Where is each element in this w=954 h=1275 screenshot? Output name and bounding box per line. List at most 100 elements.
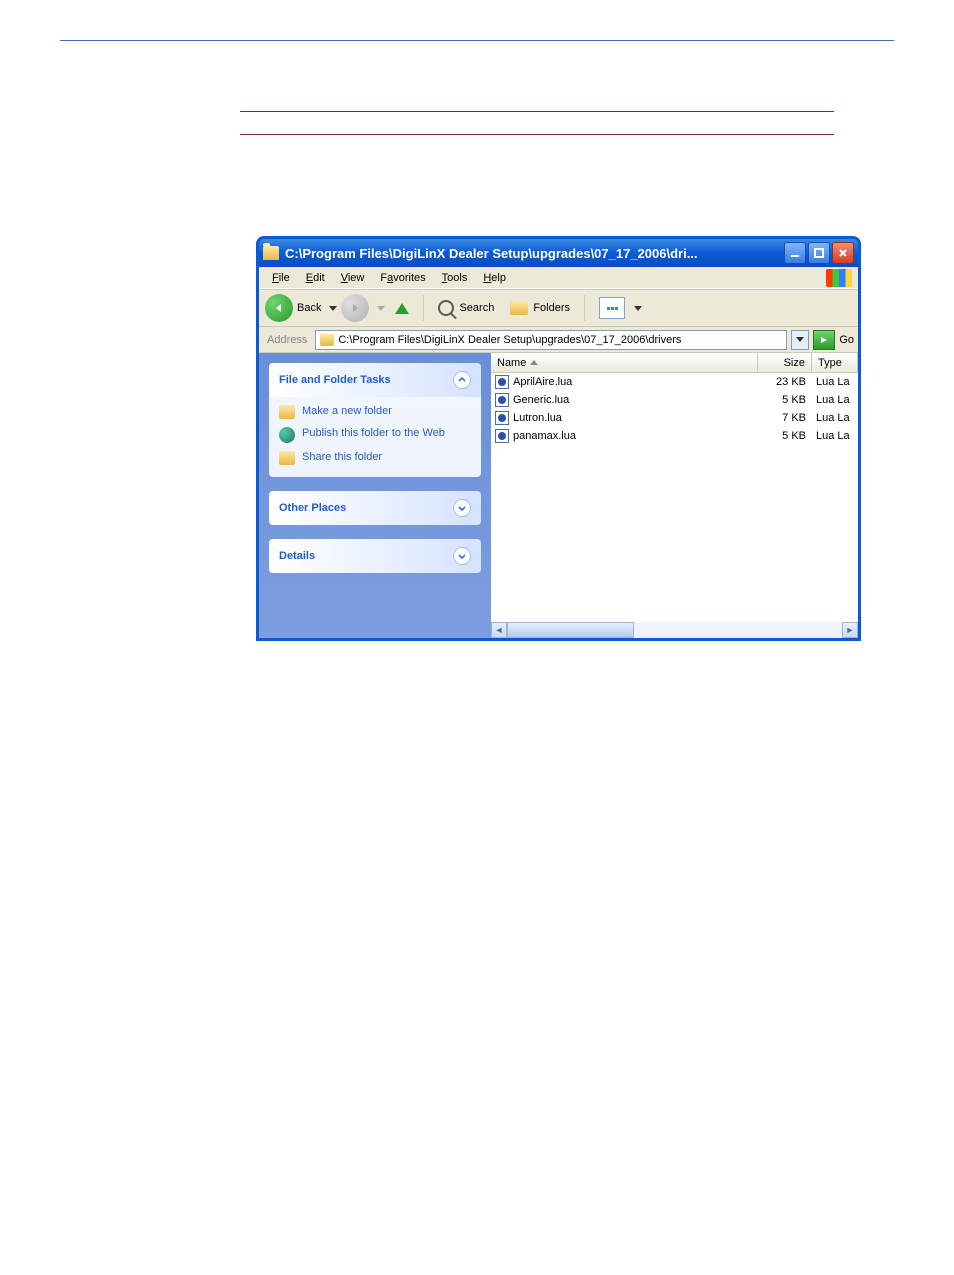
- file-folder-tasks-title: File and Folder Tasks: [279, 374, 391, 386]
- details-title: Details: [279, 550, 315, 562]
- column-name[interactable]: Name: [491, 353, 758, 372]
- menubar: File Edit View Favorites Tools Help: [259, 267, 858, 289]
- search-button[interactable]: Search: [432, 297, 500, 319]
- views-button[interactable]: [593, 294, 648, 322]
- go-label: Go: [839, 334, 854, 346]
- back-dropdown-icon[interactable]: [329, 306, 337, 311]
- up-arrow-icon: [395, 303, 409, 314]
- folder-icon: [263, 246, 279, 260]
- search-icon: [438, 300, 454, 316]
- file-size: 23 KB: [758, 376, 812, 388]
- windows-flag-icon: [826, 269, 852, 287]
- list-item[interactable]: Lutron.lua 7 KB Lua La: [491, 409, 858, 427]
- address-label: Address: [263, 334, 311, 346]
- sort-ascending-icon: [530, 360, 538, 365]
- inner-rule-1: [240, 111, 834, 112]
- views-dropdown-icon: [634, 306, 642, 311]
- share-folder-icon: [279, 451, 295, 465]
- other-places-header[interactable]: Other Places: [269, 491, 481, 525]
- column-headers: Name Size Type: [491, 353, 858, 373]
- file-list: Name Size Type AprilAire.lua 23 KB Lua L…: [491, 353, 858, 638]
- task-label: Make a new folder: [302, 405, 392, 417]
- other-places-panel: Other Places: [269, 491, 481, 525]
- page-top-rule: [60, 40, 894, 41]
- side-panel: File and Folder Tasks Make a new folder …: [259, 353, 491, 638]
- file-folder-tasks-panel: File and Folder Tasks Make a new folder …: [269, 363, 481, 477]
- file-name: Lutron.lua: [513, 412, 562, 424]
- task-share-folder[interactable]: Share this folder: [279, 451, 471, 465]
- address-input[interactable]: C:\Program Files\DigiLinX Dealer Setup\u…: [315, 330, 787, 350]
- collapse-icon[interactable]: [453, 371, 471, 389]
- up-button[interactable]: [389, 295, 415, 321]
- menu-file[interactable]: File: [265, 270, 297, 286]
- menu-tools[interactable]: Tools: [435, 270, 475, 286]
- list-item[interactable]: AprilAire.lua 23 KB Lua La: [491, 373, 858, 391]
- menu-file-rest: ile: [279, 272, 290, 284]
- file-size: 5 KB: [758, 394, 812, 406]
- inner-rule-2: [240, 134, 834, 135]
- expand-icon[interactable]: [453, 499, 471, 517]
- file-name: AprilAire.lua: [513, 376, 572, 388]
- lua-file-icon: [495, 393, 509, 407]
- file-name: panamax.lua: [513, 430, 576, 442]
- file-rows: AprilAire.lua 23 KB Lua La Generic.lua 5…: [491, 373, 858, 622]
- go-button[interactable]: [813, 330, 835, 350]
- column-size[interactable]: Size: [758, 353, 812, 372]
- forward-button: [341, 294, 369, 322]
- menu-help-rest: elp: [491, 272, 506, 284]
- menu-help[interactable]: Help: [476, 270, 513, 286]
- back-button[interactable]: [265, 294, 293, 322]
- menu-tools-rest: ools: [447, 272, 467, 284]
- globe-icon: [279, 427, 295, 443]
- close-button[interactable]: [832, 242, 854, 264]
- lua-file-icon: [495, 429, 509, 443]
- file-size: 5 KB: [758, 430, 812, 442]
- expand-icon[interactable]: [453, 547, 471, 565]
- scroll-right-button[interactable]: ►: [842, 622, 858, 638]
- folders-icon: [510, 301, 528, 315]
- menu-view-rest: iew: [348, 272, 365, 284]
- task-publish-web[interactable]: Publish this folder to the Web: [279, 427, 471, 443]
- file-type: Lua La: [812, 430, 858, 442]
- scrollbar-thumb[interactable]: [507, 622, 634, 638]
- list-item[interactable]: Generic.lua 5 KB Lua La: [491, 391, 858, 409]
- toolbar: Back Search Folders: [259, 289, 858, 327]
- titlebar[interactable]: C:\Program Files\DigiLinX Dealer Setup\u…: [259, 239, 858, 267]
- menu-edit-rest: dit: [313, 272, 325, 284]
- minimize-button[interactable]: [784, 242, 806, 264]
- lua-file-icon: [495, 375, 509, 389]
- toolbar-separator: [423, 295, 424, 321]
- explorer-window: C:\Program Files\DigiLinX Dealer Setup\u…: [256, 236, 861, 641]
- address-folder-icon: [320, 334, 334, 346]
- other-places-title: Other Places: [279, 502, 346, 514]
- folders-label: Folders: [533, 302, 570, 314]
- menu-favorites[interactable]: Favorites: [373, 270, 432, 286]
- file-size: 7 KB: [758, 412, 812, 424]
- scrollbar-track[interactable]: [507, 622, 842, 638]
- column-type-label: Type: [818, 357, 842, 369]
- scroll-left-button[interactable]: ◄: [491, 622, 507, 638]
- column-type[interactable]: Type: [812, 353, 858, 372]
- column-name-label: Name: [497, 357, 526, 369]
- address-dropdown[interactable]: [791, 330, 809, 350]
- details-header[interactable]: Details: [269, 539, 481, 573]
- forward-dropdown-icon: [377, 306, 385, 311]
- address-path: C:\Program Files\DigiLinX Dealer Setup\u…: [338, 334, 681, 346]
- lua-file-icon: [495, 411, 509, 425]
- toolbar-separator-2: [584, 295, 585, 321]
- address-bar: Address C:\Program Files\DigiLinX Dealer…: [259, 327, 858, 353]
- file-folder-tasks-header[interactable]: File and Folder Tasks: [269, 363, 481, 397]
- window-title: C:\Program Files\DigiLinX Dealer Setup\u…: [285, 246, 784, 261]
- menu-view[interactable]: View: [334, 270, 372, 286]
- menu-fav-rest: vorites: [393, 272, 425, 284]
- menu-edit[interactable]: Edit: [299, 270, 332, 286]
- horizontal-scrollbar[interactable]: ◄ ►: [491, 622, 858, 638]
- maximize-button[interactable]: [808, 242, 830, 264]
- task-make-new-folder[interactable]: Make a new folder: [279, 405, 471, 419]
- list-item[interactable]: panamax.lua 5 KB Lua La: [491, 427, 858, 445]
- search-label: Search: [459, 302, 494, 314]
- folders-button[interactable]: Folders: [504, 298, 576, 318]
- file-name: Generic.lua: [513, 394, 569, 406]
- chevron-down-icon: [796, 337, 804, 342]
- back-label: Back: [297, 302, 321, 314]
